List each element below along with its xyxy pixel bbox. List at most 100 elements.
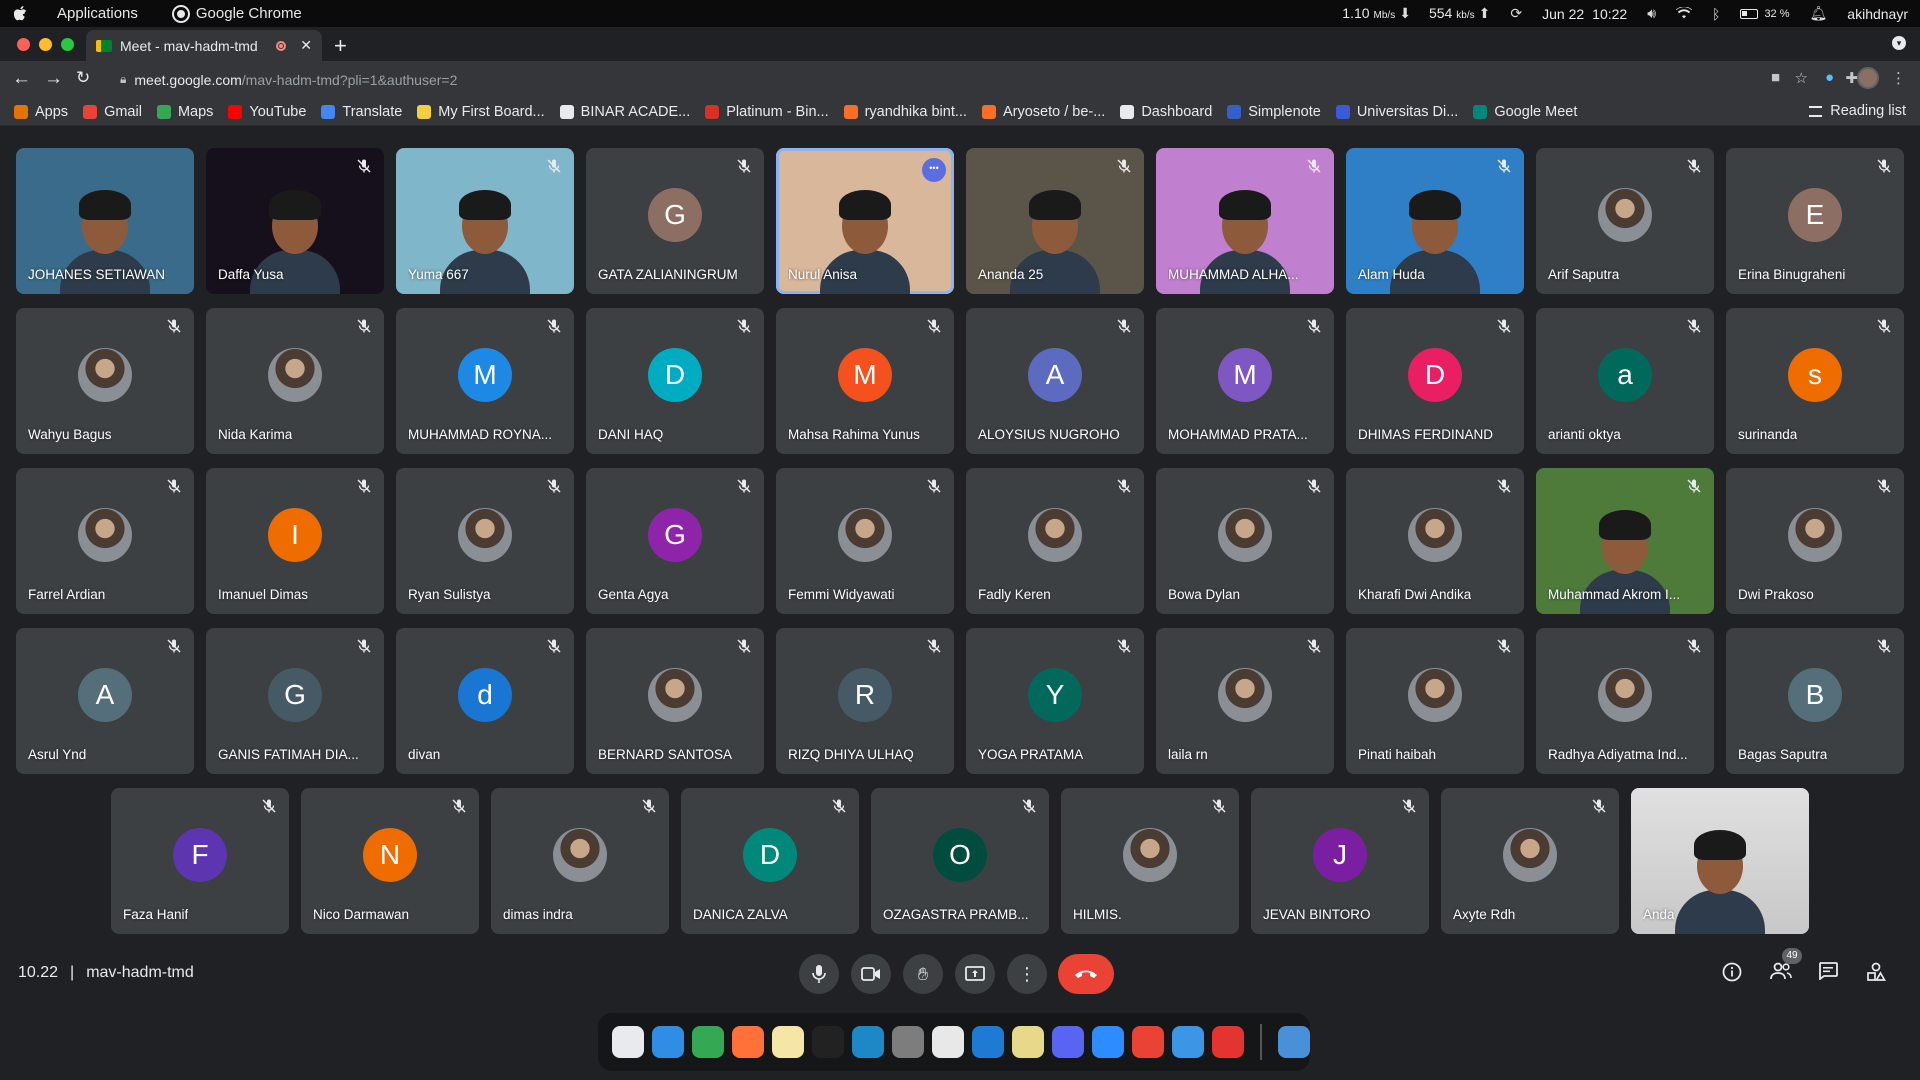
end-call-button[interactable] xyxy=(1058,954,1114,994)
participant-tile[interactable]: s surinanda xyxy=(1726,308,1904,454)
applications-menu[interactable]: Applications xyxy=(57,5,138,22)
files-icon[interactable] xyxy=(1278,1026,1310,1058)
participant-tile[interactable]: R RIZQ DHIYA ULHAQ xyxy=(776,628,954,774)
participant-tile[interactable]: Radhya Adiyatma Ind... xyxy=(1536,628,1714,774)
bookmark-item[interactable]: Google Meet xyxy=(1473,104,1577,120)
participant-tile[interactable]: J JEVAN BINTORO xyxy=(1251,788,1429,934)
camera-button[interactable] xyxy=(851,954,891,994)
participant-tile[interactable]: D DHIMAS FERDINAND xyxy=(1346,308,1524,454)
bookmark-item[interactable]: YouTube xyxy=(228,104,306,120)
bookmark-item[interactable]: ryandhika bint... xyxy=(843,104,967,120)
settings-icon[interactable] xyxy=(892,1026,924,1058)
participant-tile[interactable]: ••• Nurul Anisa xyxy=(776,148,954,294)
camera-in-use-icon[interactable]: ■ xyxy=(1771,69,1780,86)
tab-search-icon[interactable]: ▾ xyxy=(1892,36,1906,50)
participant-tile[interactable]: G GATA ZALIANINGRUM xyxy=(586,148,764,294)
zoom-icon[interactable] xyxy=(1092,1026,1124,1058)
participant-tile[interactable]: HILMIS. xyxy=(1061,788,1239,934)
raise-hand-button[interactable]: ✋︎ xyxy=(903,954,943,994)
participant-tile[interactable]: G GANIS FATIMAH DIA... xyxy=(206,628,384,774)
participant-tile[interactable]: Pinati haibah xyxy=(1346,628,1524,774)
address-bar[interactable]: 🔒︎ meet.google.com/mav-hadm-tmd?pli=1&au… xyxy=(106,65,1666,94)
volume-icon[interactable]: 🔊︎ xyxy=(1647,5,1656,22)
forward-button[interactable]: → xyxy=(44,68,63,90)
vscode-icon[interactable] xyxy=(972,1026,1004,1058)
more-options-button[interactable]: ⋮ xyxy=(1007,954,1047,994)
participant-tile[interactable]: MUHAMMAD ALHA... xyxy=(1156,148,1334,294)
participant-tile[interactable]: G Genta Agya xyxy=(586,468,764,614)
acrobat-icon[interactable] xyxy=(1212,1026,1244,1058)
participant-tile[interactable]: Kharafi Dwi Andika xyxy=(1346,468,1524,614)
bookmark-item[interactable]: My First Board... xyxy=(417,104,545,120)
participant-tile[interactable]: I Imanuel Dimas xyxy=(206,468,384,614)
participant-tile[interactable]: Yuma 667 xyxy=(396,148,574,294)
participant-tile[interactable]: Farrel Ardian xyxy=(16,468,194,614)
bookmark-item[interactable]: Aryoseto / be-... xyxy=(981,104,1105,120)
activities-icon[interactable] xyxy=(1866,962,1886,988)
close-window-icon[interactable] xyxy=(17,38,30,51)
participant-tile[interactable]: M Mahsa Rahima Yunus xyxy=(776,308,954,454)
bookmark-item[interactable]: Simplenote xyxy=(1227,104,1321,120)
participant-tile[interactable]: Nida Karima xyxy=(206,308,384,454)
notes-icon[interactable] xyxy=(772,1026,804,1058)
participant-tile[interactable]: Arif Saputra xyxy=(1536,148,1714,294)
stickies-icon[interactable] xyxy=(1012,1026,1044,1058)
meeting-details-icon[interactable] xyxy=(1722,962,1742,988)
minimize-window-icon[interactable] xyxy=(39,38,52,51)
participant-tile[interactable]: BERNARD SANTOSA xyxy=(586,628,764,774)
people-icon[interactable] xyxy=(1770,962,1792,986)
participant-tile[interactable]: d divan xyxy=(396,628,574,774)
participant-tile[interactable]: a arianti oktya xyxy=(1536,308,1714,454)
participant-tile[interactable]: N Nico Darmawan xyxy=(301,788,479,934)
participant-tile[interactable]: M MUHAMMAD ROYNA... xyxy=(396,308,574,454)
participant-tile[interactable]: O OZAGASTRA PRAMB... xyxy=(871,788,1049,934)
participant-tile[interactable]: M MOHAMMAD PRATA... xyxy=(1156,308,1334,454)
participant-tile[interactable]: A ALOYSIUS NUGROHO xyxy=(966,308,1144,454)
bluetooth-icon[interactable]: ᛒ xyxy=(1712,6,1720,22)
participant-tile[interactable]: Dwi Prakoso xyxy=(1726,468,1904,614)
browser-icon[interactable] xyxy=(852,1026,884,1058)
bookmark-item[interactable]: Dashboard xyxy=(1120,104,1212,120)
bookmark-item[interactable]: Apps xyxy=(14,104,68,120)
profile-avatar[interactable] xyxy=(1857,67,1879,89)
back-button[interactable]: ← xyxy=(12,68,31,90)
participant-tile[interactable]: Daffa Yusa xyxy=(206,148,384,294)
reading-list-button[interactable]: Reading list xyxy=(1809,103,1906,119)
participant-tile[interactable]: D DANI HAQ xyxy=(586,308,764,454)
lock-icon[interactable]: 🔒︎ xyxy=(120,72,126,87)
participant-tile[interactable]: Ananda 25 xyxy=(966,148,1144,294)
participant-tile[interactable]: Alam Huda xyxy=(1346,148,1524,294)
bookmark-item[interactable]: Maps xyxy=(156,104,213,120)
bookmark-item[interactable]: Gmail xyxy=(83,104,142,120)
participant-tile[interactable]: E Erina Binugraheni xyxy=(1726,148,1904,294)
terminal-icon[interactable] xyxy=(812,1026,844,1058)
new-tab-button[interactable]: + xyxy=(334,33,347,59)
apple-menu-icon[interactable] xyxy=(14,6,27,21)
microphone-button[interactable] xyxy=(799,954,839,994)
chat-icon[interactable] xyxy=(1818,962,1838,986)
participant-tile[interactable]: dimas indra xyxy=(491,788,669,934)
sync-icon[interactable]: ⟳ xyxy=(1510,5,1522,22)
notification-bell-icon[interactable]: 🔔︎ xyxy=(1810,5,1828,22)
bookmark-item[interactable]: Universitas Di... xyxy=(1335,104,1458,120)
finder-alt-icon[interactable] xyxy=(1172,1026,1204,1058)
participant-tile[interactable]: Femmi Widyawati xyxy=(776,468,954,614)
participant-tile[interactable]: B Bagas Saputra xyxy=(1726,628,1904,774)
participant-tile[interactable]: D DANICA ZALVA xyxy=(681,788,859,934)
bookmark-star-icon[interactable]: ☆ xyxy=(1795,69,1808,87)
discord-icon[interactable] xyxy=(1052,1026,1084,1058)
participant-tile[interactable]: Muhammad Akrom I... xyxy=(1536,468,1714,614)
participant-tile[interactable]: JOHANES SETIAWAN xyxy=(16,148,194,294)
bookmark-item[interactable]: Platinum - Bin... xyxy=(705,104,829,120)
participant-tile[interactable]: A Asrul Ynd xyxy=(16,628,194,774)
clock[interactable]: Jun 22 10:22 xyxy=(1542,6,1627,22)
maximize-window-icon[interactable] xyxy=(61,38,74,51)
participant-tile[interactable]: laila rn xyxy=(1156,628,1334,774)
tab-meet[interactable]: Meet - mav-hadm-tmd ✕ xyxy=(86,30,322,61)
app-grid-icon[interactable] xyxy=(612,1026,644,1058)
user-name[interactable]: akihdnayr xyxy=(1847,6,1908,22)
wifi-icon[interactable] xyxy=(1676,5,1693,22)
active-app-menu[interactable]: Google Chrome xyxy=(173,5,302,22)
bookmark-item[interactable]: Translate xyxy=(321,104,402,120)
bookmark-item[interactable]: BINAR ACADE... xyxy=(559,104,690,120)
